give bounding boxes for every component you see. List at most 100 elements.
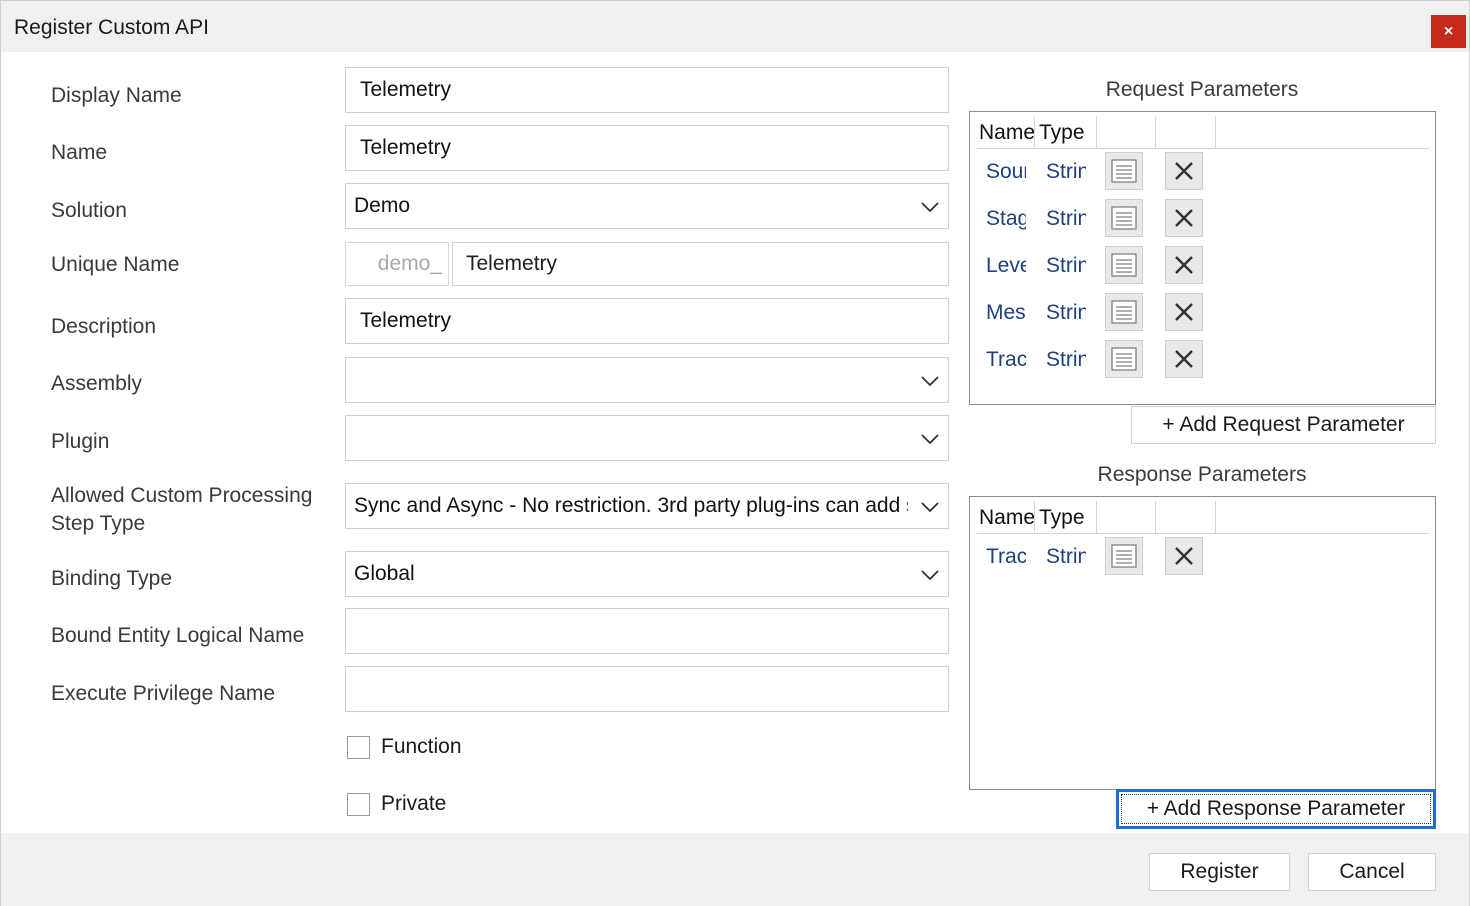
unique-name-label: Unique Name: [51, 251, 179, 279]
processing-step-select[interactable]: Sync and Async - No restriction. 3rd par…: [345, 483, 949, 529]
name-value: Telemetry: [360, 136, 451, 160]
display-name-label: Display Name: [51, 82, 182, 110]
edit-parameter-button[interactable]: [1105, 246, 1143, 284]
add-response-parameter-label: + Add Response Parameter: [1147, 797, 1406, 821]
unique-name-prefix-text: demo_: [378, 252, 442, 276]
edit-parameter-button[interactable]: [1105, 152, 1143, 190]
request-parameters-title: Request Parameters: [969, 78, 1435, 102]
response-parameters-grid: Name Type Trac Strin: [969, 496, 1436, 790]
processing-step-label-line1: Allowed Custom Processing: [51, 482, 312, 510]
processing-step-label-line2: Step Type: [51, 510, 145, 538]
edit-parameter-button[interactable]: [1105, 199, 1143, 237]
edit-parameter-button[interactable]: [1105, 293, 1143, 331]
parameter-name: Trac: [986, 348, 1026, 372]
add-response-parameter-button[interactable]: + Add Response Parameter: [1116, 789, 1436, 829]
request-parameters-grid: Name Type SourStrinStagStrinLeveStrinMes…: [969, 111, 1436, 405]
unique-name-prefix: demo_: [345, 242, 449, 286]
parameter-name: Trac: [986, 545, 1026, 569]
description-input[interactable]: Telemetry: [345, 298, 949, 344]
parameter-row[interactable]: Leve Strin: [970, 246, 1435, 288]
parameter-type: Strin: [1046, 301, 1086, 325]
binding-type-value: Global: [354, 562, 415, 586]
parameter-name: Mes: [986, 301, 1026, 325]
delete-parameter-button[interactable]: [1165, 293, 1203, 331]
description-value: Telemetry: [360, 309, 451, 333]
delete-x-icon: [1174, 161, 1194, 181]
function-checkbox-row[interactable]: Function: [347, 735, 462, 759]
column-header-delete: [1156, 501, 1216, 534]
delete-parameter-button[interactable]: [1165, 537, 1203, 575]
delete-x-icon: [1174, 546, 1194, 566]
column-header-delete: [1156, 116, 1216, 149]
edit-parameter-button[interactable]: [1105, 537, 1143, 575]
cancel-button[interactable]: Cancel: [1308, 853, 1436, 891]
private-checkbox-row[interactable]: Private: [347, 792, 446, 816]
delete-x-icon: [1174, 255, 1194, 275]
display-name-value: Telemetry: [360, 78, 451, 102]
close-icon: ×: [1444, 23, 1453, 41]
function-label: Function: [381, 735, 462, 759]
edit-list-icon: [1111, 159, 1137, 183]
private-label: Private: [381, 792, 446, 816]
parameter-row[interactable]: SourStrin: [970, 152, 1435, 194]
assembly-select[interactable]: [345, 357, 949, 403]
edit-parameter-button[interactable]: [1105, 340, 1143, 378]
delete-parameter-button[interactable]: [1165, 152, 1203, 190]
window-title: Register Custom API: [14, 16, 209, 40]
title-bar: Register Custom API ×: [1, 0, 1469, 52]
chevron-down-icon: [920, 371, 940, 391]
bound-entity-input[interactable]: [345, 608, 949, 654]
add-request-parameter-button[interactable]: + Add Request Parameter: [1131, 406, 1436, 444]
solution-select[interactable]: Demo: [345, 183, 949, 229]
function-checkbox[interactable]: [347, 736, 370, 759]
grid-header: Name Type: [977, 116, 1429, 149]
close-button[interactable]: ×: [1431, 15, 1466, 48]
binding-type-select[interactable]: Global: [345, 551, 949, 597]
plugin-select[interactable]: [345, 415, 949, 461]
parameter-row[interactable]: TracStrin: [970, 340, 1435, 382]
register-button[interactable]: Register: [1149, 853, 1290, 891]
parameter-type: Strin: [1046, 254, 1086, 278]
register-label: Register: [1180, 860, 1258, 884]
description-label: Description: [51, 313, 156, 341]
display-name-input[interactable]: Telemetry: [345, 67, 949, 113]
column-header-type[interactable]: Type: [1039, 501, 1097, 534]
parameter-row[interactable]: Trac Strin: [970, 537, 1435, 579]
parameter-name: Leve: [986, 254, 1026, 278]
execute-privilege-input[interactable]: [345, 666, 949, 712]
processing-step-value: Sync and Async - No restriction. 3rd par…: [354, 494, 908, 518]
parameter-type: Strin: [1046, 160, 1086, 184]
column-header-name[interactable]: Name: [979, 116, 1035, 149]
delete-parameter-button[interactable]: [1165, 340, 1203, 378]
solution-label: Solution: [51, 197, 127, 225]
edit-list-icon: [1111, 347, 1137, 371]
edit-list-icon: [1111, 206, 1137, 230]
column-header-edit: [1097, 501, 1156, 534]
bound-entity-label: Bound Entity Logical Name: [51, 622, 304, 650]
delete-x-icon: [1174, 349, 1194, 369]
delete-x-icon: [1174, 208, 1194, 228]
execute-privilege-label: Execute Privilege Name: [51, 680, 275, 708]
chevron-down-icon: [920, 197, 940, 217]
name-label: Name: [51, 139, 107, 167]
parameter-name: Stag: [986, 207, 1026, 231]
parameter-row[interactable]: StagStrin: [970, 199, 1435, 241]
solution-value: Demo: [354, 194, 410, 218]
parameter-type: Strin: [1046, 545, 1086, 569]
unique-name-input[interactable]: Telemetry: [452, 242, 949, 286]
column-header-edit: [1097, 116, 1156, 149]
plugin-label: Plugin: [51, 428, 109, 456]
binding-type-label: Binding Type: [51, 565, 172, 593]
name-input[interactable]: Telemetry: [345, 125, 949, 171]
delete-parameter-button[interactable]: [1165, 199, 1203, 237]
chevron-down-icon: [920, 565, 940, 585]
column-header-type[interactable]: Type: [1039, 116, 1097, 149]
chevron-down-icon: [920, 497, 940, 517]
delete-parameter-button[interactable]: [1165, 246, 1203, 284]
register-custom-api-dialog: Register Custom API × Display Name Telem…: [0, 0, 1470, 906]
chevron-down-icon: [920, 429, 940, 449]
private-checkbox[interactable]: [347, 793, 370, 816]
parameter-row[interactable]: Mes Strin: [970, 293, 1435, 335]
delete-x-icon: [1174, 302, 1194, 322]
column-header-name[interactable]: Name: [979, 501, 1035, 534]
